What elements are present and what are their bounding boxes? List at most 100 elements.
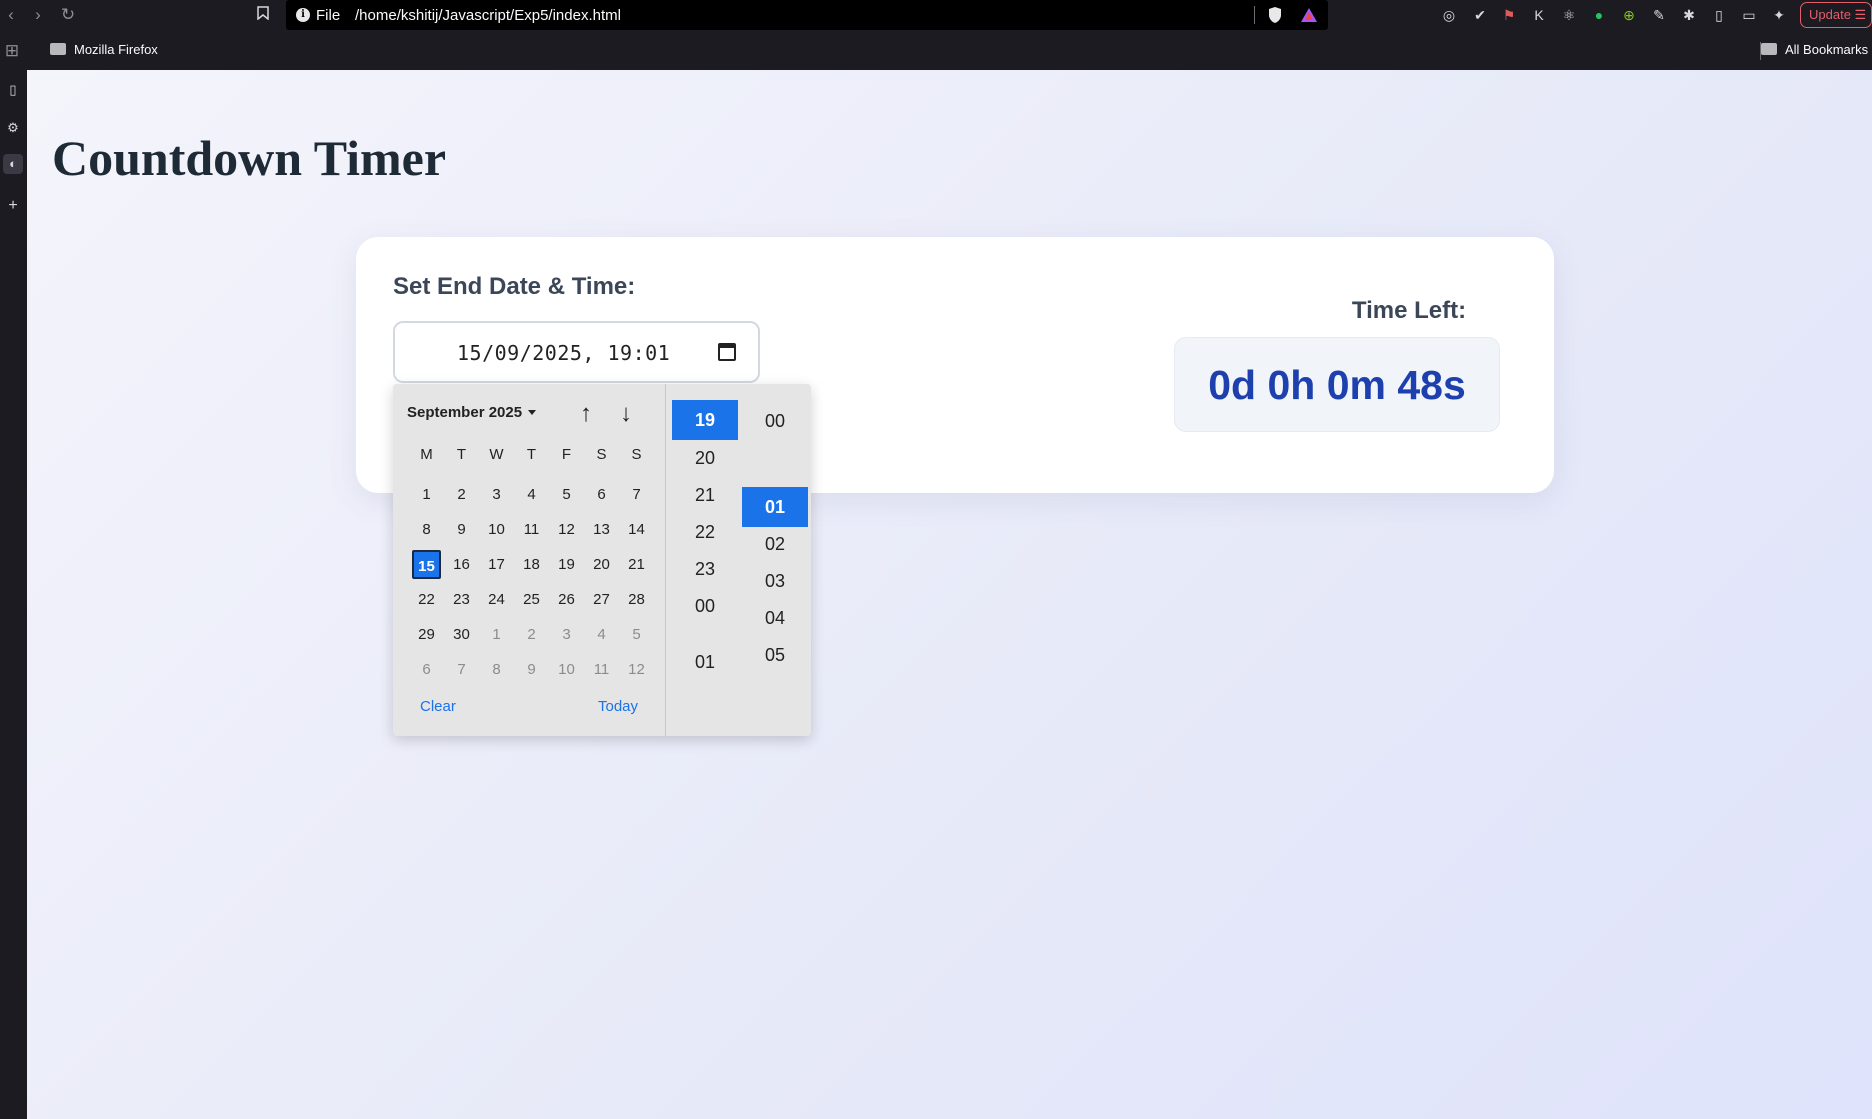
day-cell[interactable]: 24 xyxy=(479,582,514,617)
day-cell[interactable]: 13 xyxy=(584,512,619,547)
sidebar-ai-icon[interactable]: ⚙ xyxy=(3,118,23,138)
day-cell[interactable]: 9 xyxy=(444,512,479,547)
hour-option[interactable]: 22 xyxy=(672,512,738,552)
day-cell[interactable]: 3 xyxy=(479,477,514,512)
day-cell[interactable]: 22 xyxy=(409,582,444,617)
picker-divider xyxy=(665,384,666,736)
bookmarks-bar: ⊞ Mozilla Firefox All Bookmarks xyxy=(0,30,1872,70)
url-scheme: File xyxy=(316,7,341,24)
day-cell[interactable]: 27 xyxy=(584,582,619,617)
weekday-header: MTWTFSS xyxy=(409,446,654,466)
day-cell[interactable]: 4 xyxy=(514,477,549,512)
hour-option[interactable]: 20 xyxy=(672,438,738,478)
site-info-icon[interactable]: i xyxy=(296,8,310,22)
today-button[interactable]: Today xyxy=(598,698,638,715)
hour-option[interactable]: 23 xyxy=(672,549,738,589)
sidebar-globe-icon[interactable]: ◐ xyxy=(3,154,23,174)
day-cell[interactable]: 30 xyxy=(444,617,479,652)
weekday-label: T xyxy=(456,446,467,463)
previous-month-arrow-icon[interactable]: ↑ xyxy=(572,400,600,428)
day-cell[interactable]: 16 xyxy=(444,547,479,582)
extension-plus-icon[interactable]: ⊕ xyxy=(1620,6,1638,24)
clear-button[interactable]: Clear xyxy=(420,698,456,715)
day-cell[interactable]: 23 xyxy=(444,582,479,617)
extension-check-icon[interactable]: ✔ xyxy=(1471,6,1489,24)
day-cell[interactable]: 1 xyxy=(479,617,514,652)
minute-column[interactable]: 00 01 02 03 04 05 xyxy=(742,384,808,736)
month-year-selector[interactable]: September 2025 xyxy=(401,398,542,430)
rewards-icon[interactable] xyxy=(1300,6,1318,24)
brave-shield-icon[interactable] xyxy=(1266,6,1284,24)
address-bar[interactable]: i File /home/kshitij/Javascript/Exp5/ind… xyxy=(286,0,1328,30)
day-cell[interactable]: 4 xyxy=(584,617,619,652)
day-cell[interactable]: 28 xyxy=(619,582,654,617)
bookmark-all-bookmarks[interactable]: All Bookmarks xyxy=(1761,42,1868,57)
back-icon[interactable]: ‹ xyxy=(0,4,22,26)
extension-flag-icon[interactable]: ⚑ xyxy=(1500,6,1518,24)
day-cell[interactable]: 8 xyxy=(479,652,514,687)
day-cell[interactable]: 25 xyxy=(514,582,549,617)
sidebar-add-icon[interactable]: + xyxy=(3,196,23,216)
minute-option[interactable]: 03 xyxy=(742,561,808,601)
sidebar-toggle-icon[interactable]: ▯ xyxy=(1710,6,1728,24)
day-cell[interactable]: 5 xyxy=(619,617,654,652)
calendar-icon[interactable] xyxy=(718,343,736,361)
day-cell[interactable]: 10 xyxy=(549,652,584,687)
day-cell[interactable]: 19 xyxy=(549,547,584,582)
day-cell[interactable]: 20 xyxy=(584,547,619,582)
day-cell[interactable]: 6 xyxy=(584,477,619,512)
day-cell[interactable]: 21 xyxy=(619,547,654,582)
end-datetime-input[interactable]: 15/09/2025, 19:01 xyxy=(393,321,760,383)
day-cell[interactable]: 6 xyxy=(409,652,444,687)
day-cell[interactable]: 29 xyxy=(409,617,444,652)
day-cell[interactable]: 11 xyxy=(514,512,549,547)
day-cell[interactable]: 11 xyxy=(584,652,619,687)
minute-option[interactable]: 00 xyxy=(742,401,808,441)
bookmark-icon[interactable] xyxy=(252,4,274,26)
update-button[interactable]: Update ☰ xyxy=(1800,2,1872,28)
hour-option[interactable]: 01 xyxy=(672,642,738,682)
day-cell[interactable]: 3 xyxy=(549,617,584,652)
leo-ai-icon[interactable]: ✦ xyxy=(1770,6,1788,24)
apps-grid-icon[interactable]: ⊞ xyxy=(1,40,23,62)
day-cell[interactable]: 12 xyxy=(619,652,654,687)
day-cell[interactable]: 10 xyxy=(479,512,514,547)
hour-option[interactable]: 00 xyxy=(672,586,738,626)
page-content: Countdown Timer Set End Date & Time: 15/… xyxy=(27,70,1872,1119)
day-cell[interactable]: 5 xyxy=(549,477,584,512)
day-cell[interactable]: 1 xyxy=(409,477,444,512)
day-cell[interactable]: 9 xyxy=(514,652,549,687)
minute-option[interactable]: 01 xyxy=(742,487,808,527)
day-cell[interactable]: 12 xyxy=(549,512,584,547)
day-cell[interactable]: 18 xyxy=(514,547,549,582)
extension-eyedropper-icon[interactable]: ✎ xyxy=(1650,6,1668,24)
day-cell[interactable]: 26 xyxy=(549,582,584,617)
sidebar-panel-icon[interactable]: ▯ xyxy=(3,80,23,100)
day-cell[interactable]: 14 xyxy=(619,512,654,547)
next-month-arrow-icon[interactable]: ↓ xyxy=(612,400,640,428)
day-cell[interactable]: 7 xyxy=(619,477,654,512)
hour-option[interactable]: 19 xyxy=(672,400,738,440)
extension-k-icon[interactable]: K xyxy=(1530,6,1548,24)
day-cell[interactable]: 2 xyxy=(514,617,549,652)
day-cell[interactable]: 2 xyxy=(444,477,479,512)
extension-cursor-icon[interactable]: ● xyxy=(1590,6,1608,24)
day-cell[interactable]: 17 xyxy=(479,547,514,582)
url-text[interactable]: /home/kshitij/Javascript/Exp5/index.html xyxy=(355,7,621,24)
day-cell[interactable]: 7 xyxy=(444,652,479,687)
wallet-icon[interactable]: ▭ xyxy=(1740,6,1758,24)
hour-column[interactable]: 19 20 21 22 23 00 01 xyxy=(672,384,738,736)
minute-option[interactable]: 04 xyxy=(742,598,808,638)
extension-react-icon[interactable]: ⚛ xyxy=(1560,6,1578,24)
forward-icon[interactable]: › xyxy=(27,4,49,26)
reload-icon[interactable]: ↻ xyxy=(57,4,79,26)
day-cell-selected[interactable]: 15 xyxy=(412,550,441,579)
bookmark-mozilla-firefox[interactable]: Mozilla Firefox xyxy=(50,42,158,57)
day-cell[interactable]: 8 xyxy=(409,512,444,547)
extensions-puzzle-icon[interactable]: ✱ xyxy=(1680,6,1698,24)
minute-option[interactable]: 05 xyxy=(742,635,808,675)
hour-option[interactable]: 21 xyxy=(672,475,738,515)
weekday-label: S xyxy=(596,446,607,463)
extension-glasses-icon[interactable]: ◎ xyxy=(1440,6,1458,24)
minute-option[interactable]: 02 xyxy=(742,524,808,564)
